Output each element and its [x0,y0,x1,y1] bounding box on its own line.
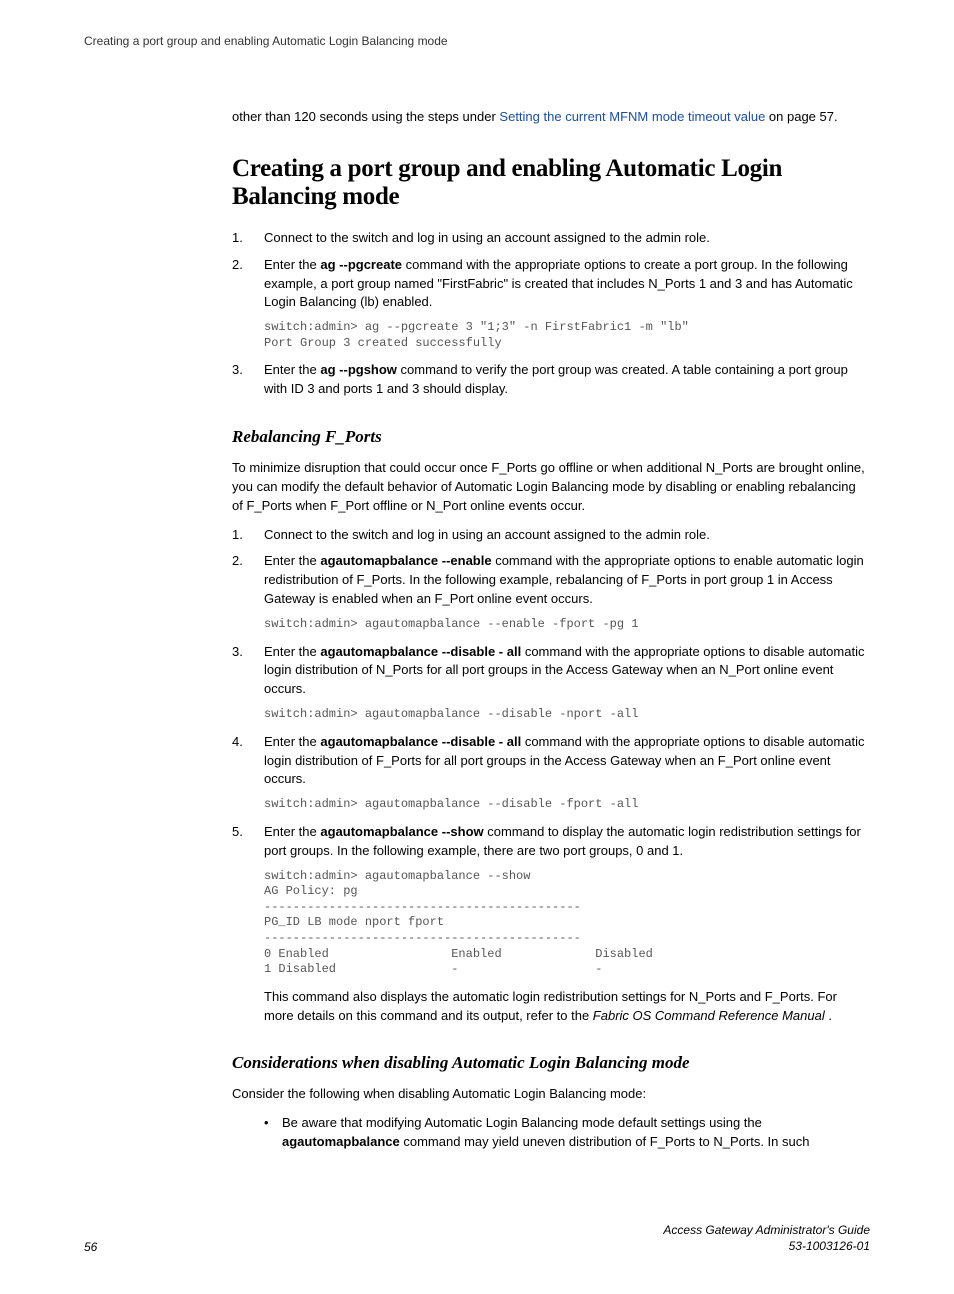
list-item: Connect to the switch and log in using a… [232,229,870,248]
subheading-rebalancing: Rebalancing F_Ports [232,427,870,447]
running-header: Creating a port group and enabling Autom… [84,34,870,48]
step-pre: Enter the [264,553,320,568]
bullet-cmd: agautomapbalance [282,1134,400,1149]
intro-pre: other than 120 seconds using the steps u… [232,109,499,124]
step-pre: Enter the [264,644,320,659]
step-pre: Enter the [264,257,320,272]
mfnm-link[interactable]: Setting the current MFNM mode timeout va… [499,109,765,124]
step-text: Connect to the switch and log in using a… [264,527,710,542]
list-item: Enter the agautomapbalance --disable - a… [232,733,870,813]
steps-create-portgroup: Connect to the switch and log in using a… [232,229,870,399]
step-cmd: agautomapbalance --enable [320,553,491,568]
step-cmd: agautomapbalance --show [320,824,483,839]
followup-ital: Fabric OS Command Reference Manual [593,1008,825,1023]
list-item: Enter the ag --pgshow command to verify … [232,361,870,399]
subheading-considerations: Considerations when disabling Automatic … [232,1053,870,1073]
step-pre: Enter the [264,734,320,749]
intro-paragraph: other than 120 seconds using the steps u… [232,108,870,127]
bullet-post: command may yield uneven distribution of… [400,1134,810,1149]
step-text: Connect to the switch and log in using a… [264,230,710,245]
step-cmd: ag --pgcreate [320,257,402,272]
code-block: switch:admin> agautomapbalance --disable… [264,707,870,723]
considerations-intro: Consider the following when disabling Au… [232,1085,870,1104]
bullet-pre: Be aware that modifying Automatic Login … [282,1115,762,1130]
step-cmd: agautomapbalance --disable - all [320,644,521,659]
list-item: Enter the agautomapbalance --disable - a… [232,643,870,723]
followup-post: . [825,1008,832,1023]
step-pre: Enter the [264,824,320,839]
code-block: switch:admin> ag --pgcreate 3 "1;3" -n F… [264,320,870,351]
step-pre: Enter the [264,362,320,377]
footer-doc-id: 53-1003126-01 [663,1238,870,1254]
considerations-list: Be aware that modifying Automatic Login … [232,1114,870,1152]
page-title: Creating a port group and enabling Autom… [232,155,870,211]
page-number: 56 [84,1240,97,1254]
code-block: switch:admin> agautomapbalance --show AG… [264,869,870,978]
intro-post: on page 57. [765,109,837,124]
steps-rebalance: Connect to the switch and log in using a… [232,526,870,1026]
footer-guide: Access Gateway Administrator's Guide [663,1222,870,1238]
page-footer: 56 Access Gateway Administrator's Guide … [84,1222,870,1254]
code-block: switch:admin> agautomapbalance --enable … [264,617,870,633]
list-item: Be aware that modifying Automatic Login … [264,1114,870,1152]
code-block: switch:admin> agautomapbalance --disable… [264,797,870,813]
list-item: Enter the agautomapbalance --show comman… [232,823,870,1026]
step-followup: This command also displays the automatic… [264,988,870,1026]
rebalance-intro: To minimize disruption that could occur … [232,459,870,516]
list-item: Connect to the switch and log in using a… [232,526,870,545]
step-cmd: ag --pgshow [320,362,397,377]
list-item: Enter the ag --pgcreate command with the… [232,256,870,352]
list-item: Enter the agautomapbalance --enable comm… [232,552,870,632]
step-cmd: agautomapbalance --disable - all [320,734,521,749]
